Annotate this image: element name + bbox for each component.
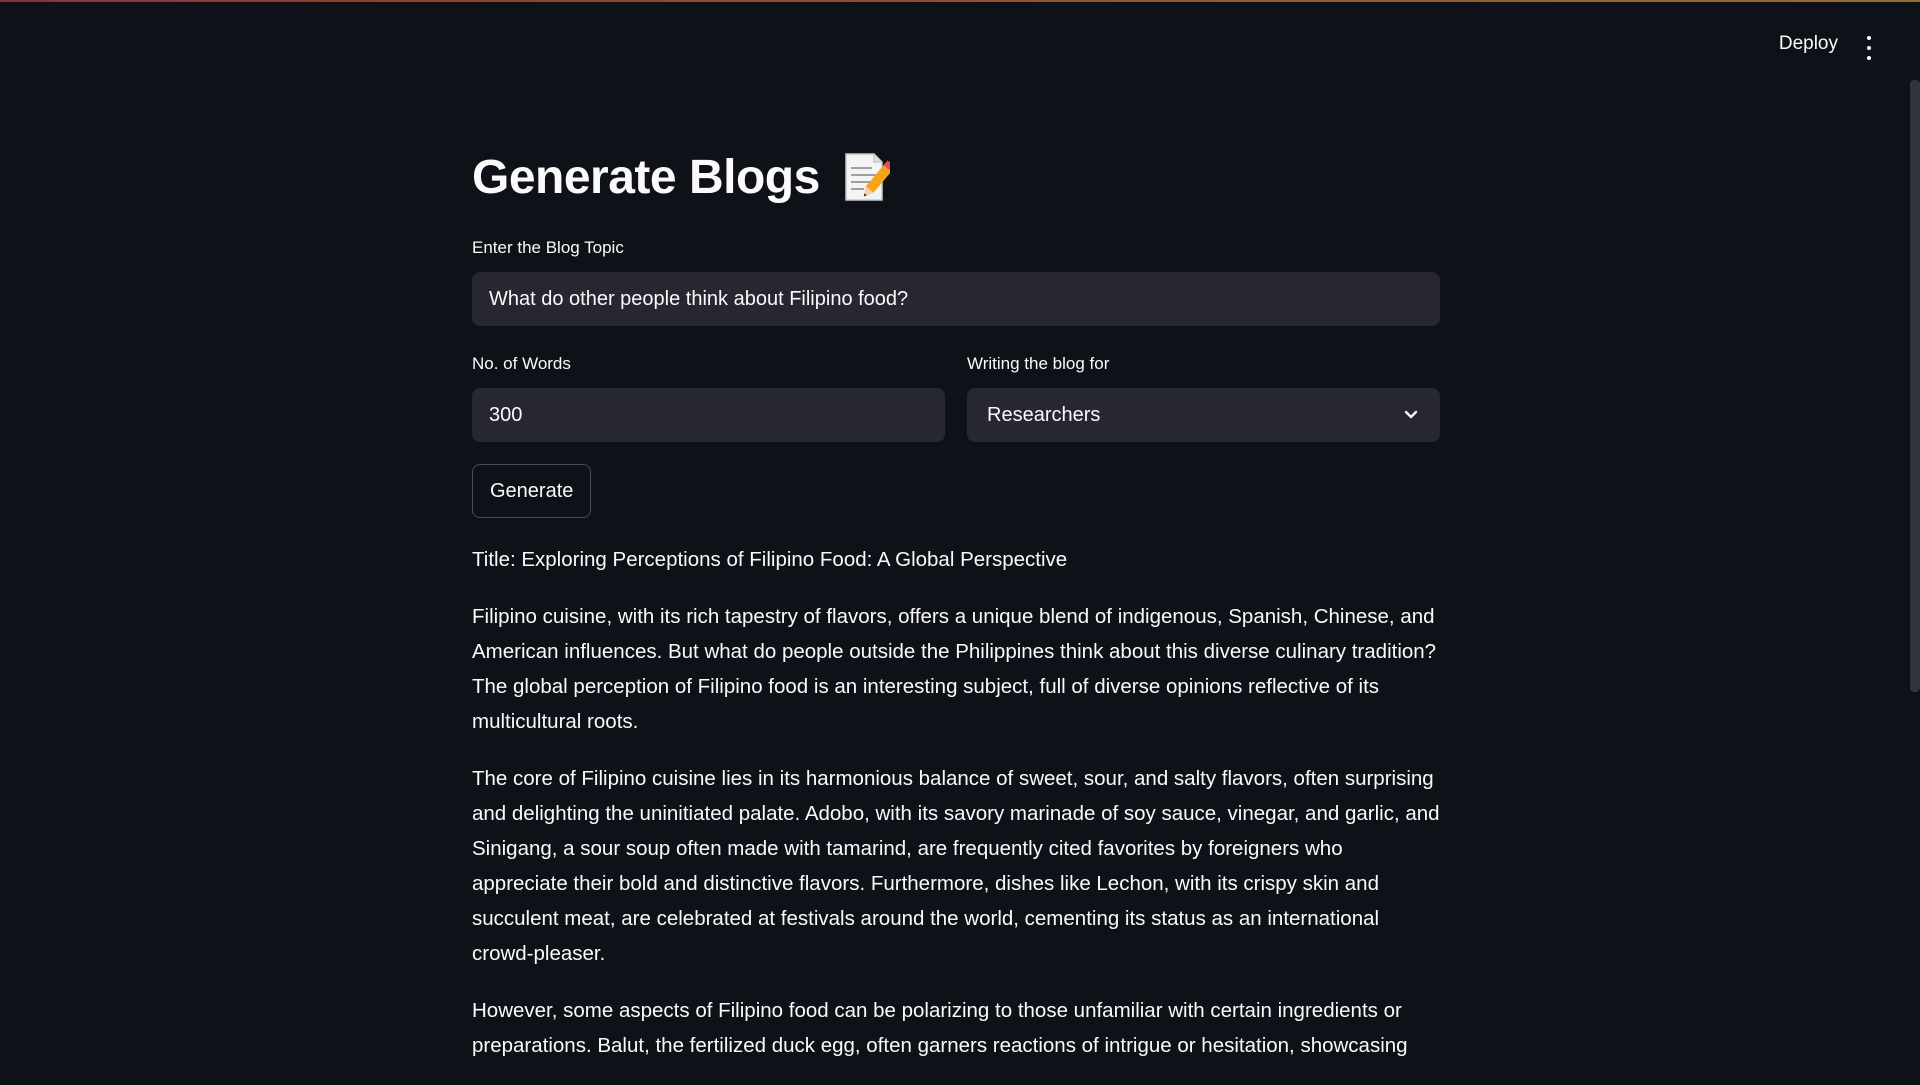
words-input[interactable] [472, 388, 945, 442]
scrollbar[interactable] [1910, 80, 1920, 692]
memo-icon [845, 152, 890, 201]
blog-paragraph: Filipino cuisine, with its rich tapestry… [472, 605, 1437, 733]
generated-blog: Title: Exploring Perceptions of Filipino… [472, 542, 1440, 1085]
audience-label: Writing the blog for [967, 354, 1110, 373]
words-input-field[interactable] [489, 403, 928, 427]
topic-input-field[interactable] [489, 287, 1423, 311]
app-header: Deploy [0, 0, 1920, 96]
page-title-text: Generate Blogs [472, 151, 820, 204]
blog-paragraph: The core of Filipino cuisine lies in its… [472, 767, 1440, 965]
kebab-menu-icon[interactable] [1863, 36, 1875, 60]
chevron-down-icon [1404, 410, 1418, 419]
audience-select[interactable]: Researchers [967, 388, 1440, 442]
generate-button[interactable]: Generate [472, 464, 592, 518]
topic-input[interactable] [472, 272, 1440, 326]
words-label: No. of Words [472, 354, 571, 373]
deploy-button[interactable]: Deploy [1779, 33, 1838, 55]
blog-paragraph: However, some aspects of Filipino food c… [472, 999, 1408, 1057]
blog-title-line: Title: Exploring Perceptions of Filipino… [472, 548, 1068, 571]
audience-selected-value: Researchers [987, 403, 1101, 426]
page-title: Generate Blogs [472, 150, 890, 205]
topic-label: Enter the Blog Topic [472, 238, 624, 257]
